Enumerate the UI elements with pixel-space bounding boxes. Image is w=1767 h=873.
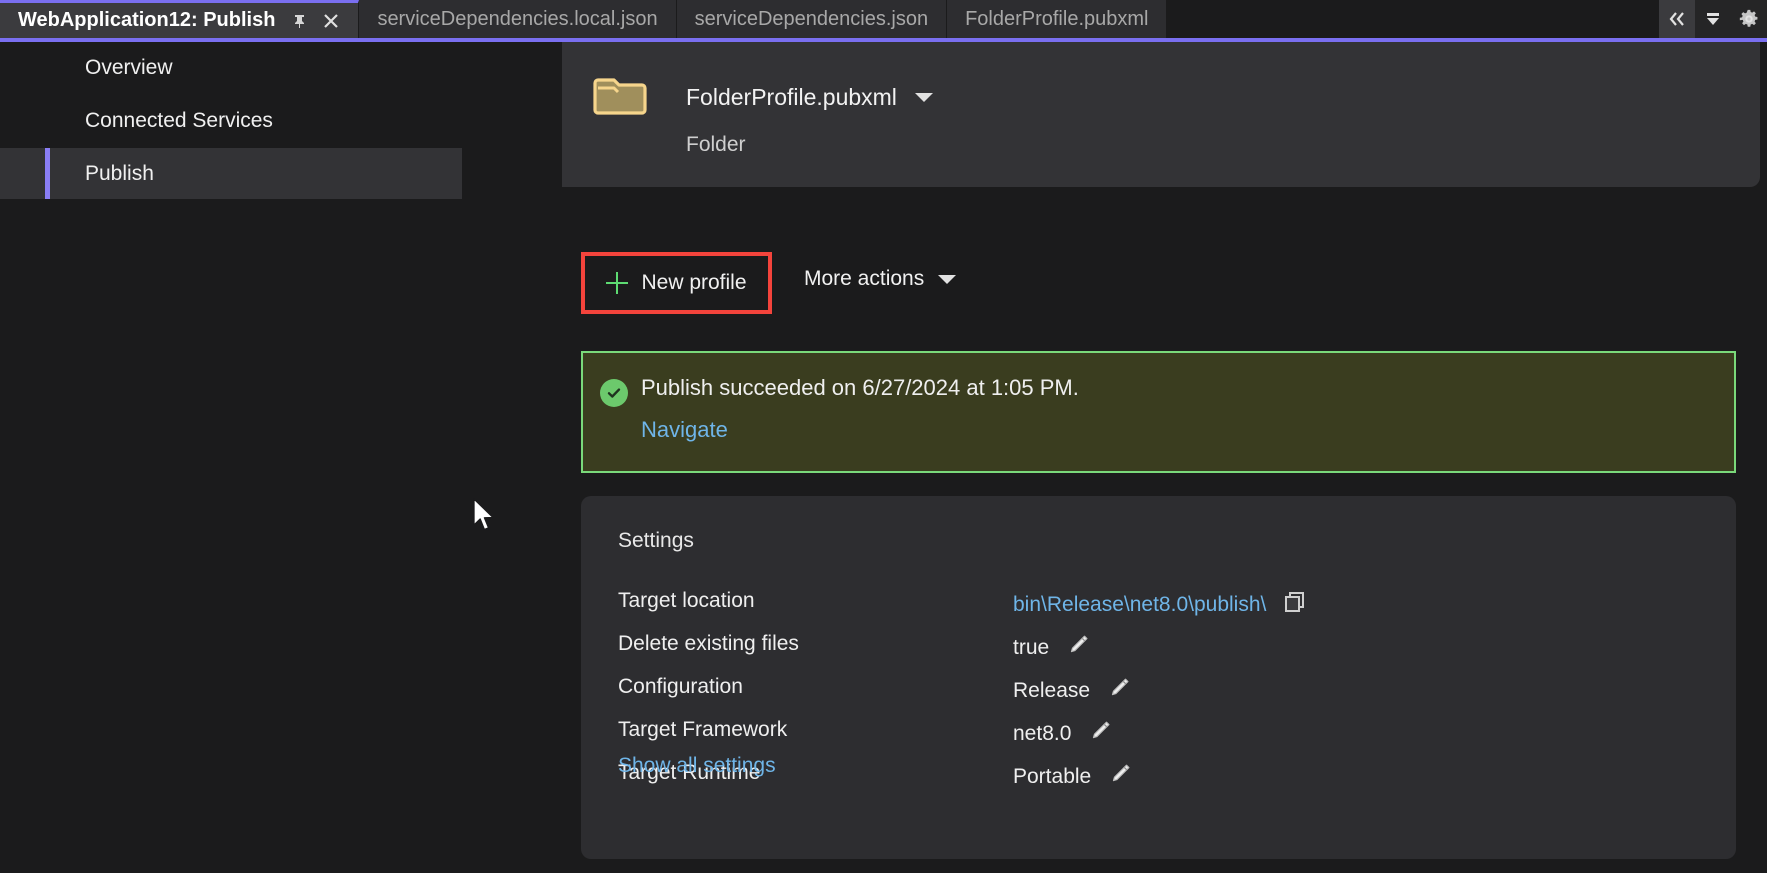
folder-icon bbox=[592, 75, 648, 120]
pencil-edit-icon[interactable] bbox=[1087, 718, 1113, 750]
settings-title: Settings bbox=[618, 529, 694, 552]
copy-icon[interactable] bbox=[1282, 589, 1308, 621]
settings-row-value-group: bin\Release\net8.0\publish\ bbox=[1013, 589, 1308, 621]
pencil-edit-icon[interactable] bbox=[1065, 632, 1091, 664]
sidebar-item-connected-services[interactable]: Connected Services bbox=[0, 95, 273, 146]
target-runtime-value: Portable bbox=[1013, 765, 1092, 788]
target-location-value[interactable]: bin\Release\net8.0\publish\ bbox=[1013, 593, 1266, 617]
tab-bar: WebApplication12: Publish serviceDepende… bbox=[0, 0, 1767, 38]
settings-row-value-group: Release bbox=[1013, 675, 1132, 707]
status-banner: Publish succeeded on 6/27/2024 at 1:05 P… bbox=[581, 351, 1736, 473]
status-banner-message: Publish succeeded on 6/27/2024 at 1:05 P… bbox=[641, 375, 1079, 400]
profile-type: Folder bbox=[686, 133, 746, 156]
settings-row-value-group: true bbox=[1013, 632, 1091, 664]
pencil-edit-icon[interactable] bbox=[1106, 675, 1132, 707]
tab-folderprofile-pubxml[interactable]: FolderProfile.pubxml bbox=[947, 0, 1168, 38]
plus-icon bbox=[606, 272, 629, 294]
settings-row-label: Target location bbox=[618, 589, 755, 612]
sidebar-item-publish[interactable]: Publish bbox=[0, 148, 462, 199]
settings-row-label: Delete existing files bbox=[618, 632, 799, 655]
configuration-value: Release bbox=[1013, 679, 1091, 702]
settings-row-delete-existing-files: Delete existing files true bbox=[618, 632, 1698, 675]
new-profile-button[interactable]: New profile bbox=[585, 256, 768, 310]
tab-label: FolderProfile.pubxml bbox=[965, 7, 1149, 30]
more-actions-button[interactable]: More actions bbox=[804, 267, 957, 291]
settings-row-label: Configuration bbox=[618, 675, 743, 698]
tab-label: WebApplication12: Publish bbox=[18, 9, 276, 31]
tab-servicedependencies-json[interactable]: serviceDependencies.json bbox=[676, 0, 948, 38]
pencil-edit-icon[interactable] bbox=[1107, 761, 1133, 793]
settings-row-target-location: Target location bin\Release\net8.0\publi… bbox=[618, 589, 1698, 632]
profile-name-row: FolderProfile.pubxml bbox=[686, 84, 933, 111]
profile-name: FolderProfile.pubxml bbox=[686, 84, 897, 110]
tab-icon-group bbox=[291, 12, 340, 30]
success-check-icon bbox=[600, 379, 628, 407]
tab-label: serviceDependencies.local.json bbox=[377, 7, 658, 30]
publish-window: WebApplication12: Publish serviceDepende… bbox=[0, 0, 1767, 873]
publish-content-pane: FolderProfile.pubxml Folder Publish bbox=[562, 42, 1767, 873]
tab-bar-filler bbox=[1167, 0, 1659, 38]
collapse-chevrons-icon[interactable] bbox=[1659, 0, 1695, 38]
profile-header-card: FolderProfile.pubxml Folder Publish bbox=[562, 42, 1760, 187]
settings-row-value-group: net8.0 bbox=[1013, 718, 1113, 750]
tab-dropdown-icon[interactable] bbox=[1695, 0, 1731, 38]
new-profile-label: New profile bbox=[641, 271, 747, 294]
tab-webapplication12-publish[interactable]: WebApplication12: Publish bbox=[0, 0, 360, 38]
sidebar-item-label: Connected Services bbox=[85, 108, 273, 132]
chevron-down-icon[interactable] bbox=[914, 93, 933, 102]
navigate-link[interactable]: Navigate bbox=[641, 417, 728, 443]
tab-bar-tools bbox=[1659, 0, 1767, 38]
target-framework-value: net8.0 bbox=[1013, 722, 1072, 745]
more-actions-label: More actions bbox=[804, 267, 925, 290]
sidebar-item-overview[interactable]: Overview bbox=[0, 42, 173, 93]
settings-row-value-group: Portable bbox=[1013, 761, 1133, 793]
close-icon[interactable] bbox=[322, 12, 340, 30]
settings-card: Settings Target location bin\Release\net… bbox=[581, 496, 1736, 859]
sidebar-item-label: Publish bbox=[85, 161, 154, 185]
delete-existing-files-value: true bbox=[1013, 636, 1050, 659]
settings-row-target-runtime: Target Runtime Portable bbox=[618, 761, 1698, 804]
show-all-settings-link[interactable]: Show all settings bbox=[618, 754, 776, 778]
tab-servicedependencies-local-json[interactable]: serviceDependencies.local.json bbox=[359, 0, 677, 38]
sidebar: Overview Connected Services Publish bbox=[0, 42, 537, 873]
sidebar-item-label: Overview bbox=[85, 55, 173, 79]
settings-gear-icon[interactable] bbox=[1731, 0, 1767, 38]
settings-row-configuration: Configuration Release bbox=[618, 675, 1698, 718]
settings-row-target-framework: Target Framework net8.0 bbox=[618, 718, 1698, 761]
tab-label: serviceDependencies.json bbox=[694, 7, 929, 30]
settings-row-label: Target Framework bbox=[618, 718, 788, 741]
chevron-down-icon bbox=[938, 274, 957, 284]
new-profile-highlight: New profile bbox=[581, 252, 772, 314]
pin-icon[interactable] bbox=[291, 12, 308, 29]
